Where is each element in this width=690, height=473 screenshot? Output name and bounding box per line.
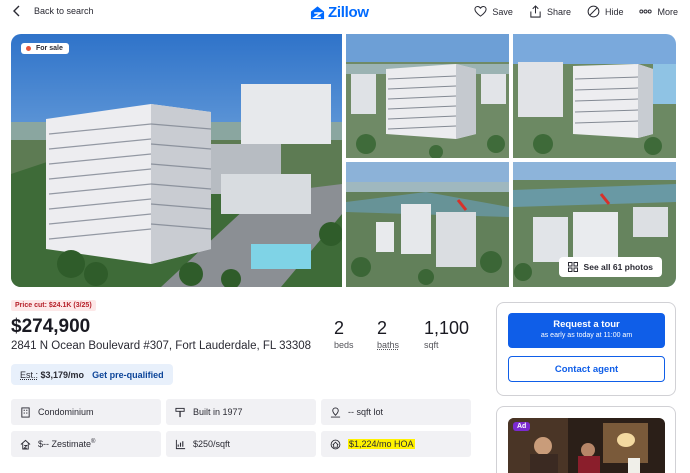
fact-text: $250/sqft [193, 439, 231, 449]
lot-icon [330, 406, 341, 418]
price-per-sqft-icon [175, 439, 186, 449]
aerial-photo-image [513, 34, 676, 158]
zillow-logo[interactable]: Zillow [310, 4, 369, 21]
fact-price-per-sqft: $250/sqft [166, 431, 316, 457]
see-all-label: See all 61 photos [583, 262, 653, 272]
aerial-tower-image [11, 34, 342, 287]
fact-hoa: $1,224/mo HOA [321, 431, 471, 457]
ad-photo-image [508, 418, 665, 473]
fact-text: $-- Zestimate® [38, 439, 95, 449]
status-dot-icon [26, 46, 31, 51]
save-button[interactable]: Save [474, 5, 513, 18]
top-bar: Back to search Zillow Save Share Hide Mo… [0, 0, 690, 26]
contact-agent-button[interactable]: Contact agent [508, 356, 665, 382]
aerial-photo-image [346, 162, 509, 287]
hide-icon [587, 5, 600, 18]
baths-label[interactable]: baths [377, 340, 399, 350]
grid-icon [567, 262, 578, 272]
gallery-photo[interactable] [346, 34, 509, 158]
back-label: Back to search [34, 6, 94, 16]
fact-text: Condominium [38, 407, 94, 417]
photo-gallery: For sale See all 61 photos [11, 34, 676, 287]
more-icon [639, 9, 653, 14]
request-tour-button[interactable]: Request a tour as early as today at 11:0… [508, 313, 665, 348]
share-label: Share [546, 6, 571, 17]
back-to-search-link[interactable]: Back to search [12, 5, 94, 17]
tour-sublabel: as early as today at 11:00 am [540, 332, 633, 339]
contact-panel: Request a tour as early as today at 11:0… [496, 302, 676, 396]
save-label: Save [492, 6, 513, 17]
price-cut-badge: Price cut: $24.1K (3/25) [11, 300, 96, 311]
fact-lot-size: -- sqft lot [321, 399, 471, 425]
fact-text: $1,224/mo HOA [348, 439, 415, 449]
sqft-label: sqft [424, 340, 439, 350]
fact-text: Built in 1977 [193, 407, 243, 417]
main-photo[interactable]: For sale [11, 34, 342, 287]
gallery-photo[interactable]: See all 61 photos [513, 162, 676, 287]
gallery-photo[interactable] [513, 34, 676, 158]
fact-home-type: Condominium [11, 399, 161, 425]
zillow-logo-icon [310, 6, 325, 20]
est-prefix: Est.: [20, 369, 39, 380]
baths-stat[interactable]: 2 baths [377, 318, 399, 350]
baths-value: 2 [377, 318, 388, 338]
beds-stat: 2 beds [334, 318, 354, 350]
hoa-icon [330, 439, 341, 449]
sqft-value: 1,100 [424, 318, 470, 338]
fact-year-built: Built in 1977 [166, 399, 316, 425]
share-button[interactable]: Share [529, 5, 571, 18]
logo-text: Zillow [328, 4, 369, 21]
zestimate-text: $-- Zestimate [38, 439, 92, 449]
ad-card[interactable]: Ad [496, 406, 676, 473]
ad-badge: Ad [513, 422, 531, 431]
hide-button[interactable]: Hide [587, 5, 624, 18]
hammer-icon [175, 407, 185, 417]
sqft-stat: 1,100 sqft [424, 318, 469, 350]
share-icon [530, 5, 541, 18]
fact-zestimate: $-- Zestimate® [11, 431, 161, 457]
aerial-photo-image [346, 34, 509, 158]
hide-label: Hide [604, 6, 624, 17]
see-all-photos-button[interactable]: See all 61 photos [558, 257, 662, 277]
gallery-photo[interactable] [346, 162, 509, 287]
beds-label: beds [334, 340, 354, 350]
zestimate-icon [20, 439, 31, 450]
registered-mark: ® [91, 439, 96, 445]
fact-text: -- sqft lot [348, 407, 384, 417]
for-sale-label: For sale [36, 45, 63, 52]
est-amount: $3,179/mo [40, 369, 85, 380]
get-pre-qualified-link[interactable]: Get pre-qualified [92, 370, 164, 380]
listing-address: 2841 N Ocean Boulevard #307, Fort Lauder… [11, 340, 312, 352]
estimated-payment[interactable]: Est.: $3,179/mo [20, 370, 84, 380]
more-label: More [657, 6, 678, 17]
header-actions: Save Share Hide More [474, 5, 678, 18]
tour-label: Request a tour [553, 319, 620, 330]
beds-value: 2 [334, 318, 345, 338]
building-icon [21, 406, 30, 418]
heart-icon [474, 5, 488, 17]
listing-price: $274,900 [11, 316, 91, 337]
chevron-left-icon [13, 5, 20, 17]
for-sale-badge: For sale [21, 43, 69, 54]
more-button[interactable]: More [639, 5, 678, 18]
ad-image: Ad [508, 418, 665, 473]
estimated-payment-pill: Est.: $3,179/mo Get pre-qualified [11, 364, 173, 385]
